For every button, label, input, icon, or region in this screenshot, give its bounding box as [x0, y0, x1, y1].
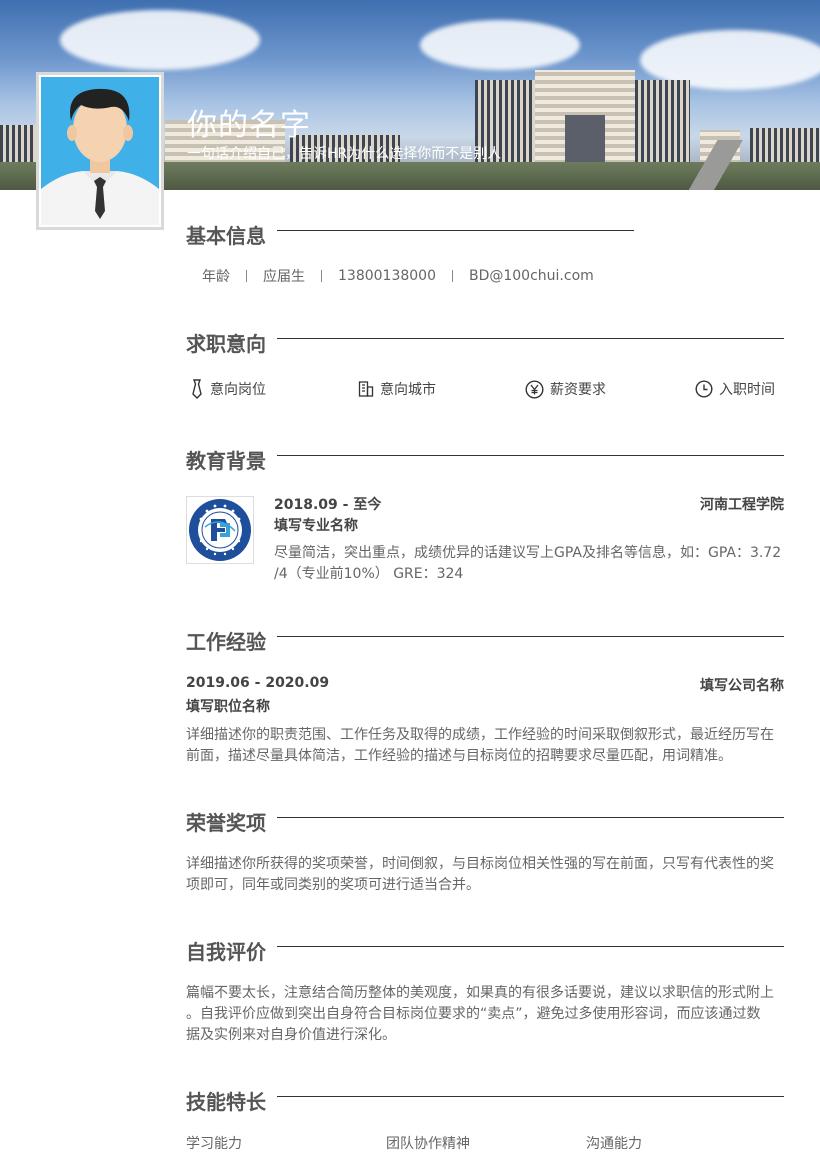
honors-desc-line: 详细描述你所获得的奖项荣誉，时间倒叙，与目标岗位相关性强的写在前面，只写有代表性… — [186, 856, 774, 872]
clock-icon — [695, 380, 713, 398]
candidate-name: 你的名字 — [187, 108, 311, 143]
education-date: 2018.09 - 至今 — [274, 497, 382, 513]
honors-desc-line: 项即可，同年或同类别的奖项可进行适当合并。 — [186, 877, 480, 893]
section-divider — [277, 636, 784, 637]
intent-label: 入职时间 — [719, 382, 775, 398]
avatar-photo — [41, 77, 159, 225]
intent-start-time: 入职时间 — [695, 376, 775, 402]
basic-info-row: 年龄 应届生 13800138000 BD@100chui.com — [186, 266, 610, 286]
section-divider — [277, 817, 784, 818]
section-title-honors: 荣誉奖项 — [186, 811, 266, 835]
intent-label: 薪资要求 — [550, 382, 606, 398]
person-avatar-icon — [41, 88, 159, 225]
section-title-work: 工作经验 — [186, 630, 266, 654]
self-description: 篇幅不要太长，注意结合简历整体的美观度，如果真的有很多话要说，建议以求职信的形式… — [186, 983, 786, 1046]
section-divider — [277, 230, 634, 231]
education-desc-line: 尽量简洁，突出重点，成绩优异的话建议写上GPA及排名等信息，如：GPA：3.72 — [274, 545, 782, 561]
yen-icon — [525, 379, 544, 399]
skill-item: 沟通能力 — [586, 1136, 642, 1152]
education-desc-line: /4（专业前10%） GRE：324 — [274, 566, 464, 582]
cloud — [420, 20, 580, 70]
status-field: 应届生 — [263, 269, 305, 285]
section-title-intent: 求职意向 — [186, 332, 266, 356]
school-emblem-icon — [189, 499, 251, 561]
company-name: 填写公司名称 — [700, 678, 784, 694]
tie-icon — [192, 379, 202, 399]
section-title-self: 自我评价 — [186, 940, 266, 964]
self-desc-line: 。自我评价应做到突出自身符合目标岗位要求的“卖点”，避免过多使用形容词，而应该通… — [186, 1006, 761, 1022]
building — [565, 115, 605, 165]
intent-salary: 薪资要求 — [525, 376, 606, 402]
phone-field: 13800138000 — [338, 268, 436, 284]
major-name: 填写专业名称 — [274, 518, 358, 534]
intent-city: 意向城市 — [358, 376, 436, 402]
intent-position: 意向岗位 — [190, 376, 266, 402]
honors-description: 详细描述你所获得的奖项荣誉，时间倒叙，与目标岗位相关性强的写在前面，只写有代表性… — [186, 854, 786, 896]
school-name: 河南工程学院 — [700, 497, 784, 513]
education-description: 尽量简洁，突出重点，成绩优异的话建议写上GPA及排名等信息，如：GPA：3.72… — [274, 543, 786, 585]
tagline: 一句话介绍自己，告诉HR为什么选择你而不是别人 — [187, 146, 502, 162]
road — [650, 140, 790, 190]
self-desc-line: 篇幅不要太长，注意结合简历整体的美观度，如果真的有很多话要说，建议以求职信的形式… — [186, 985, 774, 1001]
section-divider — [277, 455, 784, 456]
work-description: 详细描述你的职责范围、工作任务及取得的成绩，工作经验的时间采取倒叙形式，最近经历… — [186, 725, 786, 767]
work-desc-line: 前面，描述尽量具体简洁，工作经验的描述与目标岗位的招聘要求尽量匹配，用词精准。 — [186, 748, 732, 764]
section-title-skills: 技能特长 — [186, 1090, 266, 1114]
intent-label: 意向城市 — [380, 382, 436, 398]
cloud — [60, 10, 260, 70]
intent-label: 意向岗位 — [210, 382, 266, 398]
section-divider — [277, 946, 784, 947]
section-title-basic: 基本信息 — [186, 224, 266, 248]
age-field: 年龄 — [202, 269, 230, 285]
skill-item: 学习能力 — [186, 1136, 242, 1152]
work-date: 2019.06 - 2020.09 — [186, 675, 330, 691]
section-title-education: 教育背景 — [186, 449, 266, 473]
email-field: BD@100chui.com — [468, 268, 594, 284]
work-desc-line: 详细描述你的职责范围、工作任务及取得的成绩，工作经验的时间采取倒叙形式，最近经历… — [186, 727, 774, 743]
skill-item: 团队协作精神 — [386, 1136, 470, 1152]
school-logo — [186, 496, 254, 564]
building-icon — [358, 381, 374, 397]
position-name: 填写职位名称 — [186, 699, 270, 715]
avatar[interactable] — [36, 72, 164, 230]
self-desc-line: 据及实例来对自身价值进行深化。 — [186, 1027, 396, 1043]
section-divider — [277, 338, 784, 339]
section-divider — [277, 1096, 784, 1097]
